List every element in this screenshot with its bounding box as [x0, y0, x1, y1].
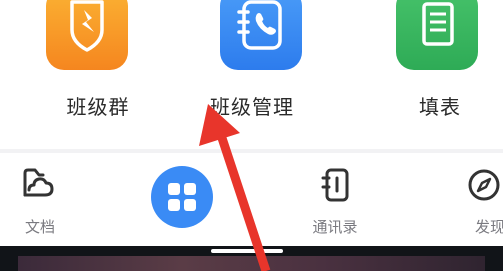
form-icon	[396, 0, 478, 70]
dock-label: 文档	[24, 218, 55, 236]
dock-label: 发现	[474, 218, 503, 236]
contact-book-icon	[220, 0, 302, 70]
home-indicator[interactable]	[211, 249, 283, 253]
background-strip	[18, 256, 485, 271]
class-group-icon	[46, 0, 128, 70]
screen: 班级群 班级管理 填表 文档 通讯录 发现	[0, 0, 503, 271]
dock-item-documents[interactable]: 文档	[0, 153, 80, 246]
compass-icon	[466, 167, 502, 207]
app-class-management[interactable]: 班级管理	[172, 0, 332, 150]
app-label: 班级群	[66, 95, 130, 119]
cloud-folder-icon	[19, 167, 57, 205]
bottom-dock: 文档 通讯录 发现	[0, 153, 503, 246]
apps-center-button[interactable]	[151, 166, 213, 228]
app-class-group[interactable]: 班级群	[18, 0, 178, 150]
app-fill-form[interactable]: 填表	[360, 0, 503, 150]
dock-label: 通讯录	[312, 218, 358, 236]
dock-item-discover[interactable]: 发现	[448, 153, 503, 246]
app-grid: 班级群 班级管理 填表	[0, 0, 503, 150]
grid-icon	[168, 183, 196, 211]
dock-item-contacts[interactable]: 通讯录	[300, 153, 370, 246]
contact-book-icon	[319, 167, 351, 207]
app-label: 班级管理	[210, 95, 294, 119]
app-label: 填表	[419, 95, 461, 119]
